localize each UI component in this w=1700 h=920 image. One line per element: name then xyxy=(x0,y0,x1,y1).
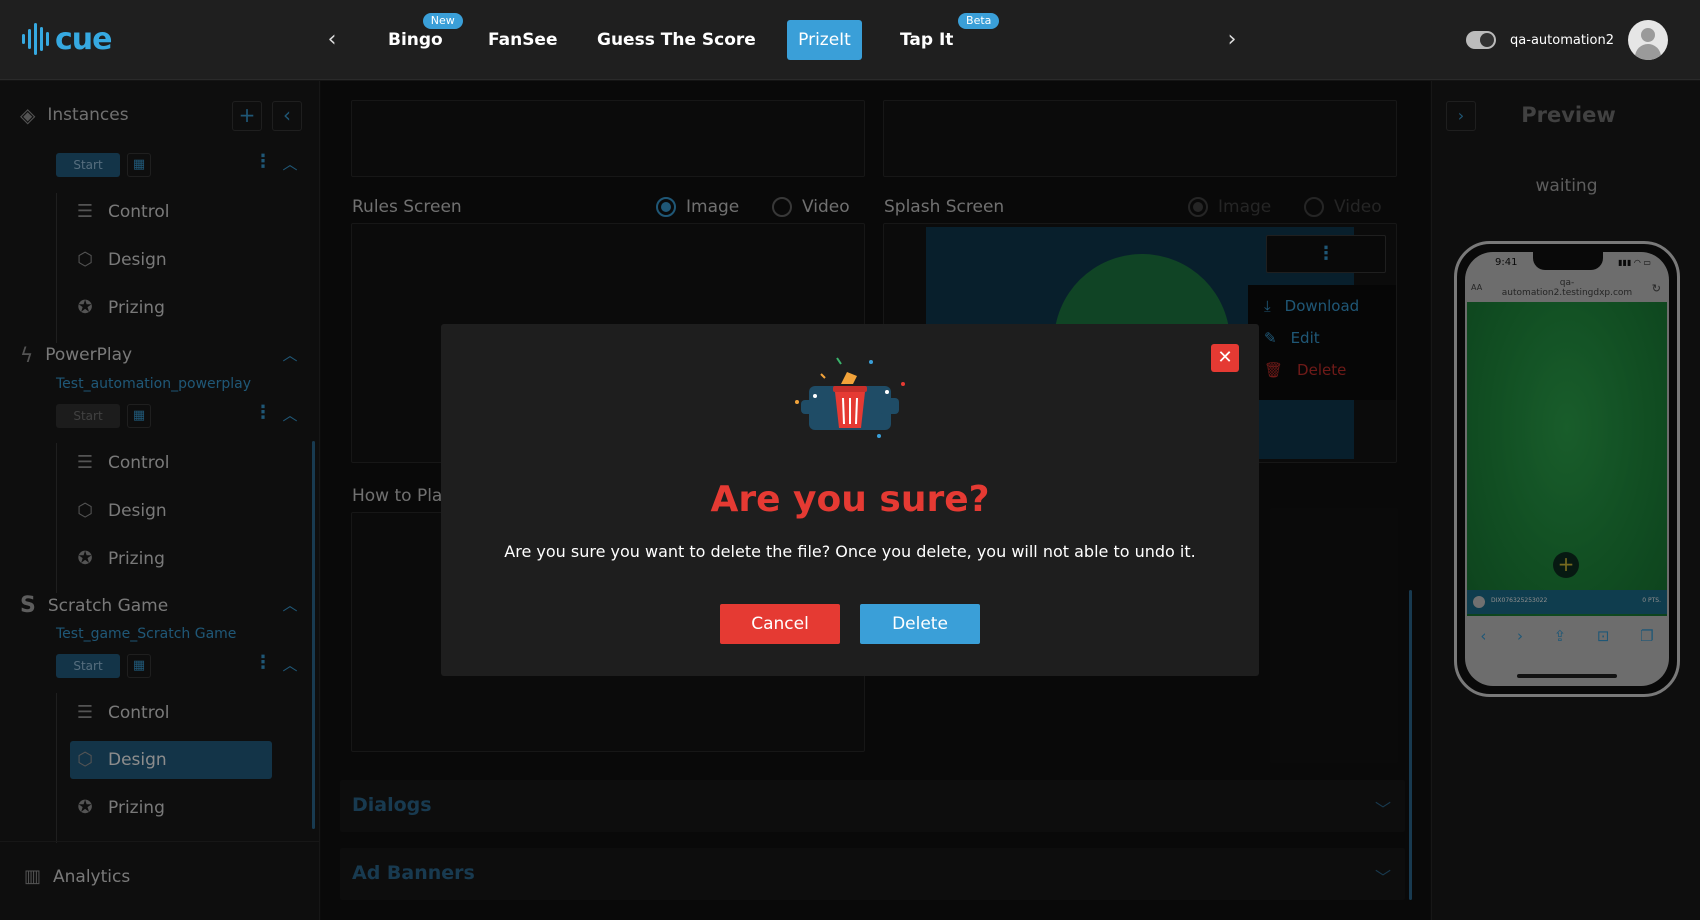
tabs-next-arrow[interactable]: › xyxy=(1222,28,1242,52)
tab-tap-it-label: Tap It xyxy=(900,30,954,50)
tab-bingo-label: Bingo xyxy=(388,30,443,50)
tab-bingo-badge: New xyxy=(422,13,463,29)
avatar[interactable] xyxy=(1628,20,1668,60)
close-icon[interactable]: ✕ xyxy=(1211,344,1239,372)
modal-title: Are you sure? xyxy=(710,479,990,520)
username: qa-automation2 xyxy=(1510,32,1614,48)
top-bar: cue ‹ Bingo New FanSee Guess The Score P… xyxy=(0,0,1700,80)
tabs-prev-arrow[interactable]: ‹ xyxy=(322,28,342,52)
tab-tap-it-badge: Beta xyxy=(958,13,1000,29)
delete-button[interactable]: Delete xyxy=(860,604,980,644)
tab-bingo[interactable]: Bingo New xyxy=(374,13,463,60)
logo-text: cue xyxy=(55,21,112,57)
logo-wave-icon xyxy=(22,20,49,58)
tab-fansee[interactable]: FanSee xyxy=(474,20,572,60)
tab-guess-the-score[interactable]: Guess The Score xyxy=(583,20,770,60)
cue-logo[interactable]: cue xyxy=(22,20,112,58)
modal-message: Are you sure you want to delete the file… xyxy=(504,542,1196,561)
cancel-button[interactable]: Cancel xyxy=(720,604,840,644)
trash-bin-illustration xyxy=(795,357,905,438)
delete-confirm-modal: ✕ Are you sure? Are you sure you want to… xyxy=(441,324,1259,676)
theme-toggle[interactable] xyxy=(1466,31,1497,49)
tab-prizeit[interactable]: PrizeIt xyxy=(787,20,862,60)
tab-tap-it[interactable]: Tap It Beta xyxy=(886,13,1000,60)
user-menu: qa-automation2 xyxy=(1466,20,1668,60)
